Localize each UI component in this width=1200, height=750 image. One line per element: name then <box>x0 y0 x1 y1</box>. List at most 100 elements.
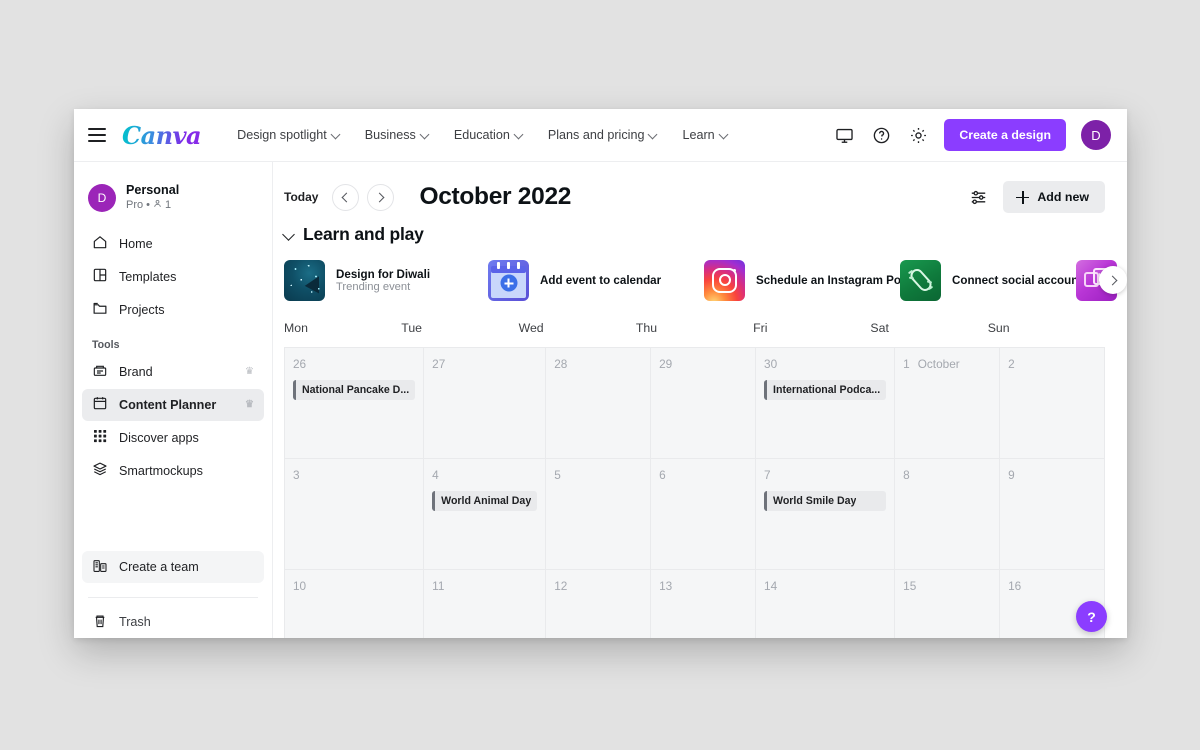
calendar-day-cell[interactable]: 1 October <box>895 348 1001 459</box>
chevron-right-icon <box>1107 275 1117 285</box>
day-number-value: 8 <box>903 468 910 482</box>
sidebar-item-trash[interactable]: Trash <box>82 606 264 638</box>
day-number-value: 30 <box>764 357 778 371</box>
calendar-day-cell[interactable]: 3 <box>285 459 425 570</box>
create-a-design-button[interactable]: Create a design <box>944 119 1066 151</box>
brand-icon <box>92 362 108 381</box>
sidebar-item-label: Discover apps <box>119 430 199 445</box>
browser-window: Canva Design spotlight Business Educatio… <box>74 109 1127 638</box>
event-title: World Smile Day <box>773 495 857 507</box>
apps-grid-icon <box>92 428 108 447</box>
nav-item-plans-and-pricing[interactable]: Plans and pricing <box>548 128 659 142</box>
calendar-day-cell[interactable]: 5 <box>546 459 652 570</box>
hamburger-icon[interactable] <box>88 128 106 142</box>
day-number: 9 <box>1008 468 1096 482</box>
calendar-day-cell[interactable]: 27 <box>424 348 547 459</box>
help-circle-icon[interactable] <box>870 124 892 146</box>
day-number-value: 12 <box>554 579 568 593</box>
carousel-next-button[interactable] <box>1099 266 1127 294</box>
calendar-day-cell[interactable]: 2 <box>1000 348 1105 459</box>
sidebar-item-create-a-team[interactable]: Create a team <box>82 551 264 583</box>
nav-item-learn[interactable]: Learn <box>682 128 728 142</box>
canva-logo[interactable]: Canva <box>122 121 202 150</box>
next-month-button[interactable] <box>367 183 395 211</box>
account-separator: • <box>146 199 150 212</box>
calendar-day-cell[interactable]: 9 <box>1000 459 1105 570</box>
weekday-label: Sun <box>987 321 1010 335</box>
day-number: 30 <box>764 357 886 371</box>
sidebar-item-home[interactable]: Home <box>82 228 264 260</box>
day-number-value: 5 <box>554 468 561 482</box>
sidebar-item-smartmockups[interactable]: Smartmockups <box>82 455 264 487</box>
chevron-down-icon <box>720 130 729 139</box>
calendar-day-cell[interactable]: 28 <box>546 348 652 459</box>
calendar-icon <box>92 395 108 414</box>
shortcut-card-schedule-instagram-post[interactable]: Schedule an Instagram Post <box>704 259 911 301</box>
shortcut-card-design-for-diwali[interactable]: Design for Diwali Trending event <box>284 259 488 301</box>
calendar-event[interactable]: National Pancake D... <box>293 380 416 400</box>
chevron-down-icon <box>649 130 658 139</box>
shortcut-card-add-event-to-calendar[interactable]: Add event to calendar <box>488 259 704 301</box>
day-number: 27 <box>432 357 537 371</box>
calendar-event[interactable]: World Smile Day <box>764 491 887 511</box>
sidebar-item-label: Smartmockups <box>119 463 203 478</box>
calendar-day-cell[interactable]: 30 International Podca... <box>756 348 896 459</box>
diwali-sparkler-thumb <box>284 259 325 301</box>
calendar-event[interactable]: World Animal Day <box>432 491 538 511</box>
gear-icon[interactable] <box>907 124 929 146</box>
account-avatar: D <box>88 183 116 212</box>
calendar-grid-wrapper: 26 National Pancake D... 27 28 29 30 Internati… <box>284 347 1127 638</box>
calendar-day-cell[interactable]: 6 <box>651 459 757 570</box>
calendar-day-cell[interactable]: 15 <box>895 570 1001 638</box>
avatar[interactable]: D <box>1081 120 1111 150</box>
person-icon <box>153 198 162 213</box>
calendar-day-cell[interactable]: 29 <box>651 348 757 459</box>
sidebar-item-label: Home <box>119 236 153 251</box>
calendar-day-cell[interactable]: 10 <box>285 570 425 638</box>
add-new-button[interactable]: Add new <box>1003 181 1105 213</box>
day-number-value: 13 <box>659 579 673 593</box>
calendar-day-cell[interactable]: 7 World Smile Day <box>756 459 896 570</box>
sidebar-item-projects[interactable]: Projects <box>82 294 264 326</box>
today-button[interactable]: Today <box>284 190 318 204</box>
calendar-day-cell[interactable]: 14 <box>756 570 896 638</box>
sidebar-item-brand[interactable]: Brand ♛ <box>82 356 264 388</box>
nav-item-design-spotlight[interactable]: Design spotlight <box>237 128 341 142</box>
account-switcher[interactable]: D Personal Pro • 1 <box>82 176 264 228</box>
sidebar-item-content-planner[interactable]: Content Planner ♛ <box>82 388 264 421</box>
nav-item-business[interactable]: Business <box>365 128 430 142</box>
day-number: 3 <box>293 468 415 482</box>
day-number: 8 <box>903 468 991 482</box>
content-planner-main: Today October 2022 Add new Learn and pla… <box>273 162 1127 638</box>
previous-month-button[interactable] <box>332 183 360 211</box>
help-fab-button[interactable]: ? <box>1076 601 1107 632</box>
calendar-day-cell[interactable]: 12 <box>546 570 652 638</box>
sidebar-item-label: Create a team <box>119 560 199 574</box>
calendar-weekday-header: Mon Tue Wed Thu Fri Sat Sun <box>284 321 1127 347</box>
calendar-day-cell[interactable]: 13 <box>651 570 757 638</box>
calendar-day-cell[interactable]: 11 <box>424 570 547 638</box>
chevron-down-icon[interactable] <box>284 229 295 240</box>
account-name: Personal <box>126 183 180 197</box>
event-accent-bar <box>764 491 768 511</box>
sidebar-item-discover-apps[interactable]: Discover apps <box>82 422 264 454</box>
home-icon <box>92 234 108 253</box>
day-number-value: 15 <box>903 579 917 593</box>
calendar-day-cell[interactable]: 26 National Pancake D... <box>285 348 425 459</box>
chevron-down-icon <box>421 130 430 139</box>
day-number-value: 9 <box>1008 468 1015 482</box>
sidebar-primary-nav: Home Templates Projects <box>82 228 264 326</box>
sliders-icon[interactable] <box>967 186 989 208</box>
sidebar-item-templates[interactable]: Templates <box>82 261 264 293</box>
calendar-event[interactable]: International Podca... <box>764 380 887 400</box>
day-number-value: 10 <box>293 579 307 593</box>
nav-label: Design spotlight <box>237 128 327 142</box>
nav-item-education[interactable]: Education <box>454 128 524 142</box>
card-title: Schedule an Instagram Post <box>756 273 912 287</box>
chevron-down-icon <box>332 130 341 139</box>
shortcut-card-connect-social-accounts[interactable]: Connect social accounts <box>900 259 1089 301</box>
monitor-icon[interactable] <box>833 124 855 146</box>
calendar-day-cell[interactable]: 4 World Animal Day <box>424 459 547 570</box>
calendar-day-cell[interactable]: 8 <box>895 459 1001 570</box>
event-title: International Podca... <box>773 384 881 396</box>
